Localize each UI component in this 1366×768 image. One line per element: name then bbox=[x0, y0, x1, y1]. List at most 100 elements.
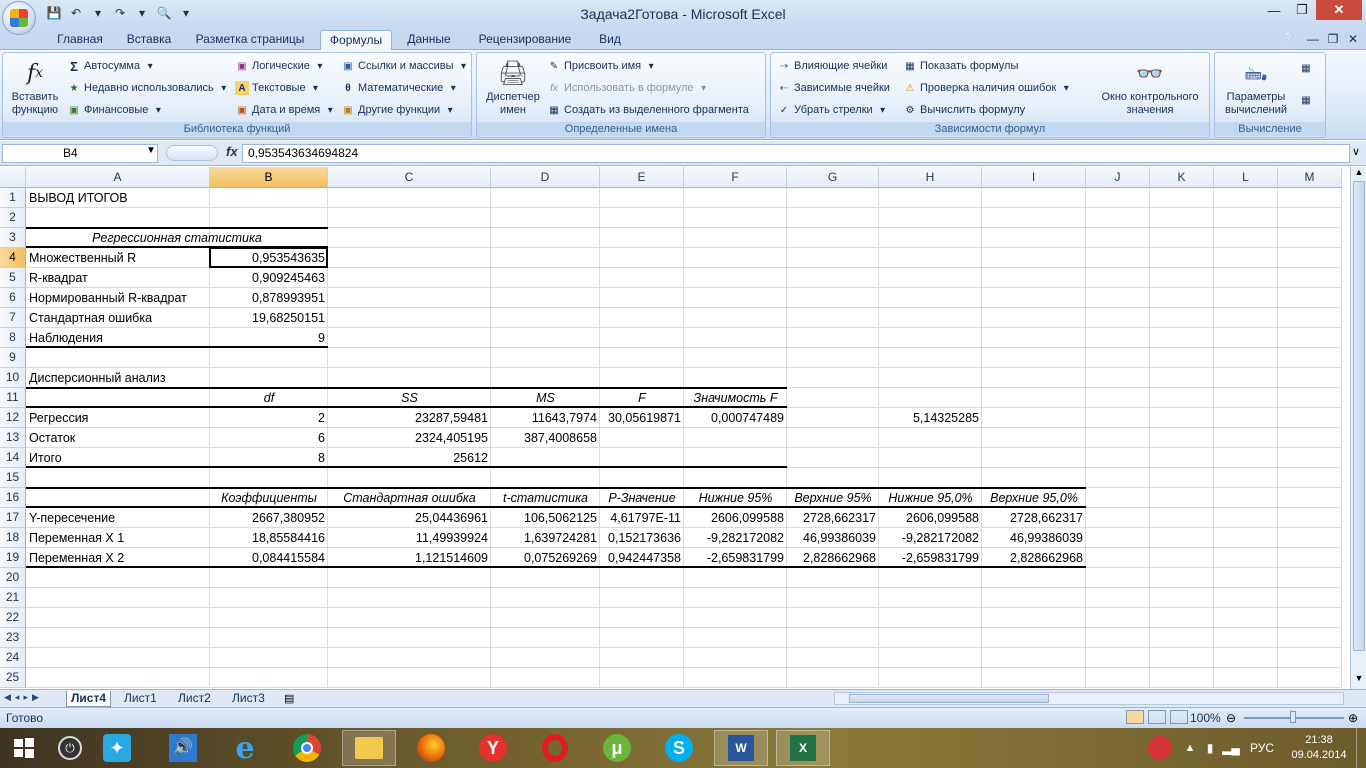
row-header-1[interactable]: 1 bbox=[0, 188, 26, 208]
tab-formulas[interactable]: Формулы bbox=[320, 30, 392, 51]
insert-function-button[interactable]: fx Вставить функцию bbox=[7, 57, 63, 117]
cell-f19[interactable]: -2,659831799 bbox=[684, 548, 787, 568]
row-header-12[interactable]: 12 bbox=[0, 408, 26, 428]
row-header-22[interactable]: 22 bbox=[0, 608, 26, 628]
cell-e17[interactable]: 4,61797E-11 bbox=[600, 508, 684, 528]
vertical-scroll-thumb[interactable] bbox=[1353, 181, 1365, 651]
name-manager-button[interactable]: 🖨 Диспетчер имен bbox=[481, 57, 545, 117]
cell-b12[interactable]: 2 bbox=[210, 408, 328, 428]
cell-e16[interactable]: P-Значение bbox=[600, 488, 684, 508]
sheet-tab-2[interactable]: Лист2 bbox=[174, 691, 215, 707]
column-header-m[interactable]: M bbox=[1278, 167, 1342, 188]
cell-b8[interactable]: 9 bbox=[210, 328, 328, 348]
cell-f16[interactable]: Нижние 95% bbox=[684, 488, 787, 508]
cell-b7[interactable]: 19,68250151 bbox=[210, 308, 328, 328]
row-header-21[interactable]: 21 bbox=[0, 588, 26, 608]
sheet-tab-1[interactable]: Лист1 bbox=[120, 691, 161, 707]
cell-c18[interactable]: 11,49939924 bbox=[328, 528, 491, 548]
tab-view[interactable]: Вид bbox=[590, 30, 630, 50]
zoom-level[interactable]: 100% bbox=[1190, 711, 1221, 725]
cell-e18[interactable]: 0,152173636 bbox=[600, 528, 684, 548]
cell-h19[interactable]: -2,659831799 bbox=[879, 548, 982, 568]
cell-c13[interactable]: 2324,405195 bbox=[328, 428, 491, 448]
page-break-view-icon[interactable] bbox=[1170, 710, 1188, 724]
cell-f18[interactable]: -9,282172082 bbox=[684, 528, 787, 548]
word-icon[interactable]: W bbox=[714, 730, 768, 766]
cell-h18[interactable]: -9,282172082 bbox=[879, 528, 982, 548]
sheet-tab-3[interactable]: Лист3 bbox=[228, 691, 269, 707]
cell-a13[interactable]: Остаток bbox=[26, 428, 210, 448]
cell-d12[interactable]: 11643,7974 bbox=[491, 408, 600, 428]
row-header-18[interactable]: 18 bbox=[0, 528, 26, 548]
cell-b19[interactable]: 0,084415584 bbox=[210, 548, 328, 568]
column-header-e[interactable]: E bbox=[600, 167, 684, 188]
tab-insert[interactable]: Вставка bbox=[118, 30, 180, 50]
cell-d13[interactable]: 387,4008658 bbox=[491, 428, 600, 448]
normal-view-icon[interactable] bbox=[1126, 710, 1144, 724]
create-from-selection-button[interactable]: ▦ Создать из выделенного фрагмента bbox=[547, 103, 749, 117]
column-header-h[interactable]: H bbox=[879, 167, 982, 188]
battery-icon[interactable]: ▮ bbox=[1200, 741, 1220, 755]
restore-button[interactable]: ❐ bbox=[1288, 0, 1316, 20]
cell-a8[interactable]: Наблюдения bbox=[26, 328, 210, 348]
calculate-sheet-icon[interactable]: ▦ bbox=[1299, 93, 1313, 107]
cell-a17[interactable]: Y-пересечение bbox=[26, 508, 210, 528]
row-header-24[interactable]: 24 bbox=[0, 648, 26, 668]
row-header-25[interactable]: 25 bbox=[0, 668, 26, 688]
cell-b14[interactable]: 8 bbox=[210, 448, 328, 468]
autosum-button[interactable]: Σ Автосумма ▾ bbox=[67, 59, 157, 74]
formula-bar-handle[interactable] bbox=[166, 145, 218, 161]
name-box-dropdown-icon[interactable]: ▼ bbox=[146, 145, 156, 156]
cell-b11[interactable]: df bbox=[210, 388, 328, 408]
yandex-icon[interactable]: Y bbox=[466, 730, 520, 766]
row-header-17[interactable]: 17 bbox=[0, 508, 26, 528]
cell-a3[interactable]: Регрессионная статистика bbox=[26, 228, 328, 248]
office-button[interactable] bbox=[2, 1, 36, 35]
skype-icon[interactable]: S bbox=[652, 730, 706, 766]
row-header-2[interactable]: 2 bbox=[0, 208, 26, 228]
minimize-button[interactable]: — bbox=[1260, 0, 1288, 20]
ribbon-close-icon[interactable]: ✕ bbox=[1344, 30, 1362, 50]
fx-button[interactable]: fx bbox=[226, 144, 238, 159]
cell-c17[interactable]: 25,04436961 bbox=[328, 508, 491, 528]
cell-i18[interactable]: 46,99386039 bbox=[982, 528, 1086, 548]
page-layout-view-icon[interactable] bbox=[1148, 710, 1166, 724]
cell-b16[interactable]: Коэффициенты bbox=[210, 488, 328, 508]
sheet-nav-icon[interactable]: ◀◂▸▶ bbox=[4, 692, 43, 703]
expand-formula-icon[interactable]: ∨ bbox=[1352, 145, 1360, 158]
ribbon-minimize-icon[interactable]: — bbox=[1304, 30, 1322, 50]
ribbon-restore-icon[interactable]: ❐ bbox=[1324, 30, 1342, 50]
logical-button[interactable]: ▣ Логические ▾ bbox=[235, 59, 327, 73]
horizontal-scrollbar[interactable] bbox=[834, 692, 1344, 705]
row-header-5[interactable]: 5 bbox=[0, 268, 26, 288]
lookup-button[interactable]: ▣ Ссылки и массивы ▾ bbox=[341, 59, 471, 73]
cell-a12[interactable]: Регрессия bbox=[26, 408, 210, 428]
close-button[interactable]: ✕ bbox=[1316, 0, 1362, 20]
signal-icon[interactable]: ▂▄ bbox=[1220, 741, 1242, 755]
worksheet-grid[interactable]: A B C D E F G H I J K L M 1 2 3 4 5 6 7 8 9 10 11 12 13 14 15 16 17 18… bbox=[0, 167, 1350, 689]
zoom-in-icon[interactable]: ⊕ bbox=[1348, 711, 1358, 725]
scroll-up-icon[interactable]: ▲ bbox=[1352, 167, 1366, 181]
sheet-tab-4[interactable]: Лист4 bbox=[66, 691, 112, 707]
row-header-9[interactable]: 9 bbox=[0, 348, 26, 368]
horizontal-scroll-thumb[interactable] bbox=[849, 694, 1049, 703]
cell-b6[interactable]: 0,878993951 bbox=[210, 288, 328, 308]
cell-c16[interactable]: Стандартная ошибка bbox=[328, 488, 491, 508]
cell-g19[interactable]: 2,828662968 bbox=[787, 548, 879, 568]
use-in-formula-button[interactable]: fx Использовать в формуле ▾ bbox=[547, 81, 711, 95]
tab-review[interactable]: Рецензирование bbox=[470, 30, 580, 50]
cell-d11[interactable]: MS bbox=[491, 388, 600, 408]
chrome-icon[interactable] bbox=[280, 730, 334, 766]
cell-a1[interactable]: ВЫВОД ИТОГОВ bbox=[26, 188, 210, 208]
row-header-8[interactable]: 8 bbox=[0, 328, 26, 348]
scroll-down-icon[interactable]: ▼ bbox=[1352, 673, 1366, 687]
cell-g18[interactable]: 46,99386039 bbox=[787, 528, 879, 548]
cell-i19[interactable]: 2,828662968 bbox=[982, 548, 1086, 568]
language-indicator[interactable]: РУС bbox=[1242, 741, 1282, 755]
text-functions-button[interactable]: A Текстовые ▾ bbox=[235, 81, 323, 95]
cell-a7[interactable]: Стандартная ошибка bbox=[26, 308, 210, 328]
cell-d17[interactable]: 106,5062125 bbox=[491, 508, 600, 528]
column-header-g[interactable]: G bbox=[787, 167, 879, 188]
row-header-20[interactable]: 20 bbox=[0, 568, 26, 588]
tab-data[interactable]: Данные bbox=[400, 30, 458, 50]
